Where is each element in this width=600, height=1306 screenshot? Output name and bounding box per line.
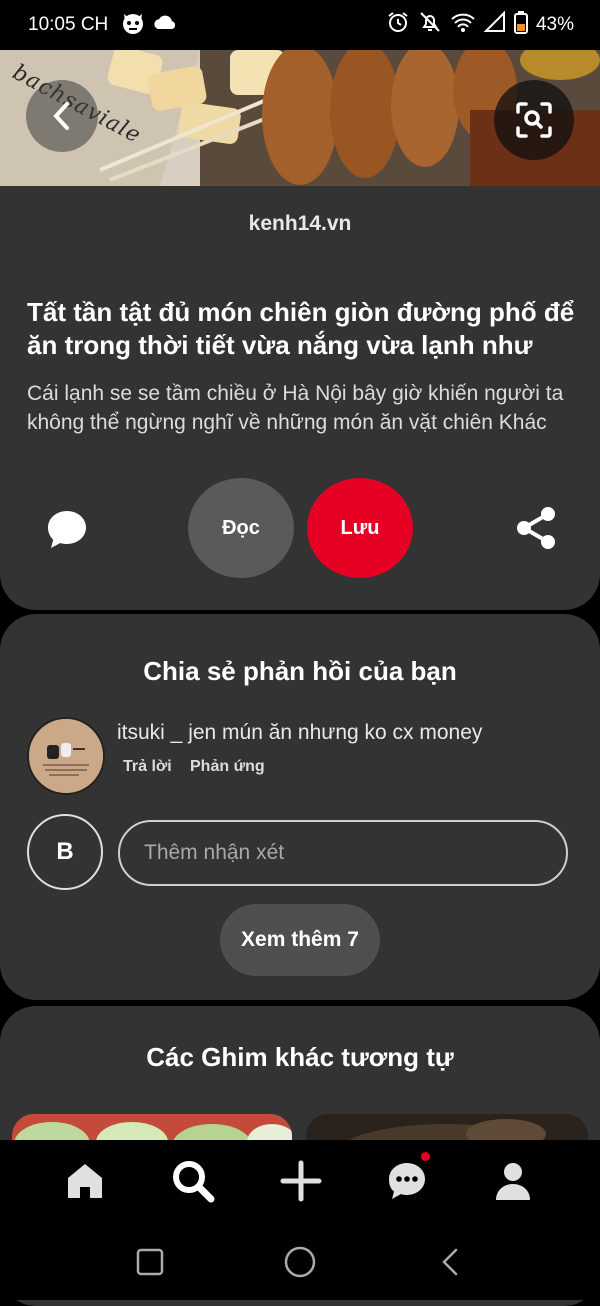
messages-icon	[389, 1163, 425, 1199]
comment-icon	[48, 511, 86, 548]
back-button[interactable]	[26, 80, 98, 152]
lens-search-icon	[516, 102, 552, 138]
pin-image[interactable]: bachsaviale	[0, 50, 600, 186]
nav-home[interactable]	[60, 1156, 110, 1206]
nav-messages[interactable]	[382, 1152, 432, 1206]
pin-details-card: kenh14.vn Tất tần tật đủ món chiên giòn …	[0, 186, 600, 610]
chevron-left-icon	[53, 102, 69, 130]
commenter-avatar[interactable]	[27, 717, 105, 795]
see-more-comments-button[interactable]: Xem thêm 7	[220, 904, 380, 976]
circle-home-icon	[284, 1246, 316, 1278]
back-system-button[interactable]	[430, 1242, 470, 1282]
add-comment-input[interactable]	[118, 820, 568, 886]
visual-search-button[interactable]	[494, 80, 574, 160]
react-button[interactable]: Phản ứng	[190, 758, 265, 776]
avatar-image	[29, 719, 103, 793]
comment-text: itsuki _ jen mún ăn nhưng ko cx money	[117, 721, 483, 744]
comments-heading: Chia sẻ phản hồi của bạn	[143, 656, 457, 686]
status-bar: 10:05 CH 43%	[0, 0, 600, 50]
profile-icon	[496, 1163, 530, 1200]
pin-description: Cái lạnh se se tầm chiều ở Hà Nội bây gi…	[27, 382, 564, 434]
reply-button[interactable]: Trả lời	[123, 758, 172, 776]
recent-apps-button[interactable]	[130, 1242, 170, 1282]
home-icon	[68, 1164, 102, 1198]
battery-icon	[513, 10, 528, 39]
save-button[interactable]: Lưu	[307, 478, 413, 578]
app-notification-icon	[120, 10, 146, 41]
alarm-icon	[386, 10, 410, 39]
comments-card: Chia sẻ phản hồi của bạn itsuki _ jen mú…	[0, 614, 600, 1000]
signal-icon	[483, 10, 506, 38]
recents-icon	[136, 1248, 164, 1276]
similar-pins-heading: Các Ghim khác tương tự	[146, 1042, 454, 1072]
search-icon	[173, 1161, 215, 1203]
user-avatar[interactable]: B	[27, 814, 103, 890]
bottom-navigation	[0, 1140, 600, 1220]
battery-percent: 43%	[535, 13, 574, 35]
system-navigation-bar	[0, 1220, 600, 1300]
back-arrow-icon	[442, 1248, 458, 1276]
pin-title: Tất tần tật đủ món chiên giòn đường phố …	[27, 297, 575, 360]
share-icon	[517, 507, 555, 549]
mute-icon	[418, 10, 442, 39]
share-button[interactable]	[512, 504, 562, 554]
nav-create[interactable]	[276, 1156, 326, 1206]
wifi-icon	[450, 10, 476, 39]
cloud-icon	[152, 10, 178, 41]
nav-search[interactable]	[168, 1156, 218, 1206]
comment-button[interactable]	[42, 504, 92, 554]
pin-source-link[interactable]: kenh14.vn	[0, 212, 600, 236]
status-time: 10:05 CH	[28, 14, 109, 35]
create-icon	[280, 1160, 322, 1202]
read-button[interactable]: Đọc	[188, 478, 294, 578]
nav-profile[interactable]	[488, 1156, 538, 1206]
notification-dot	[421, 1152, 430, 1161]
home-system-button[interactable]	[280, 1242, 320, 1282]
